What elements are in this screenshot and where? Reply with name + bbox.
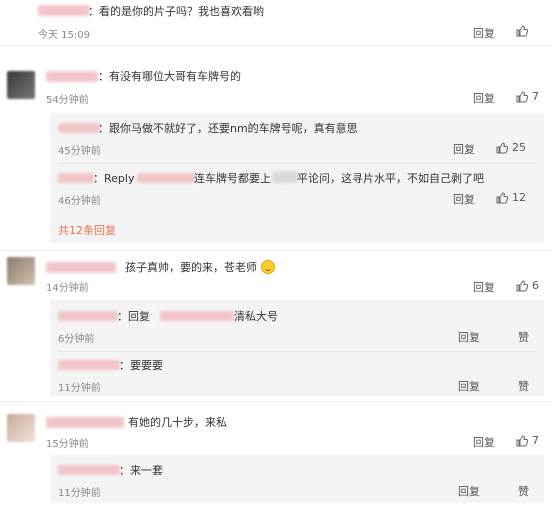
more-replies-link[interactable]: 共12条回复: [58, 222, 116, 238]
thumbs-up-icon: [516, 90, 528, 102]
thumbs-up-icon: [496, 141, 508, 153]
username-redacted: [46, 417, 124, 428]
like-count: 25: [512, 141, 526, 154]
reply-time: 6分钟前: [58, 334, 95, 345]
reply-text: ：要要要: [119, 359, 163, 372]
smile-emoji-icon: [260, 260, 275, 274]
username-redacted: [38, 5, 90, 16]
reply-time: 46分钟前: [58, 196, 101, 207]
like-count: 7: [532, 90, 539, 103]
reply-button[interactable]: 回复: [453, 141, 475, 157]
reply-button[interactable]: 回复: [453, 191, 475, 207]
divider: [0, 250, 552, 251]
reply-text: ：跟你马做不就好了，还要nm的车牌号呢，真有意思: [98, 122, 358, 135]
like-count: 6: [532, 279, 539, 292]
reply-button[interactable]: 回复: [458, 483, 480, 499]
reply-text: 清私大号: [234, 310, 278, 323]
like-button[interactable]: 赞: [518, 329, 529, 345]
reply-text: 连车牌号都要上: [194, 172, 271, 185]
username-redacted: [58, 465, 120, 475]
thumbs-up-icon: [516, 25, 528, 37]
reply-button[interactable]: 回复: [473, 25, 495, 41]
reply-time: 45分钟前: [58, 146, 101, 157]
like-button[interactable]: 7: [516, 434, 539, 447]
reply-button[interactable]: 回复: [473, 279, 495, 295]
like-button[interactable]: [516, 25, 532, 37]
comment-time: 54分钟前: [46, 95, 89, 106]
avatar[interactable]: [7, 257, 35, 285]
reply-button[interactable]: 回复: [473, 434, 495, 450]
thumbs-up-icon: [496, 191, 508, 203]
username-redacted: [46, 262, 116, 273]
username-redacted: [58, 173, 94, 183]
reply-time: 11分钟前: [58, 488, 101, 499]
username-redacted: [137, 173, 195, 183]
username-redacted: [58, 360, 120, 370]
reply-prefix: ：Reply: [93, 172, 135, 185]
avatar[interactable]: [7, 71, 35, 99]
divider: [0, 45, 552, 46]
like-button[interactable]: 6: [516, 279, 539, 292]
reply-button[interactable]: 回复: [458, 378, 480, 394]
reply-text: 平论问，这寻片水平，不如自己剥了吧: [297, 172, 484, 185]
comment-time: 15分钟前: [46, 439, 89, 450]
comment-text: 有她的几十步，来私: [128, 416, 227, 429]
thumbs-up-icon: [516, 279, 528, 291]
divider: [58, 163, 536, 164]
avatar[interactable]: [7, 414, 35, 442]
reply-text: ：来一套: [119, 464, 163, 477]
reply-button[interactable]: 回复: [473, 90, 495, 106]
divider: [0, 401, 552, 402]
like-count: 7: [532, 434, 539, 447]
username-redacted: [46, 71, 98, 82]
like-button[interactable]: 赞: [518, 483, 529, 499]
reply-time: 11分钟前: [58, 383, 101, 394]
like-button[interactable]: 7: [516, 90, 539, 103]
username-redacted: [160, 311, 234, 321]
comment-text: 孩子真帅，要的来，苍老师: [125, 259, 275, 275]
comment-time: 14分钟前: [46, 283, 89, 294]
username-redacted: [58, 311, 118, 321]
reply-button[interactable]: 回复: [458, 329, 480, 345]
like-button[interactable]: 赞: [518, 378, 529, 394]
username-redacted: [58, 123, 100, 133]
thumbs-up-icon: [516, 434, 528, 446]
comment-time: 今天 15:09: [38, 30, 90, 41]
divider: [58, 351, 536, 352]
like-button[interactable]: 12: [496, 191, 526, 204]
redacted-block: [272, 171, 298, 183]
reply-prefix: ：回复: [117, 310, 150, 323]
comment-text: ：看的是你的片子吗？我也喜欢看哟: [88, 5, 264, 18]
like-button[interactable]: 25: [496, 141, 526, 154]
comment-text: ：有没有哪位大哥有车牌号的: [98, 70, 241, 83]
like-count: 12: [512, 191, 526, 204]
